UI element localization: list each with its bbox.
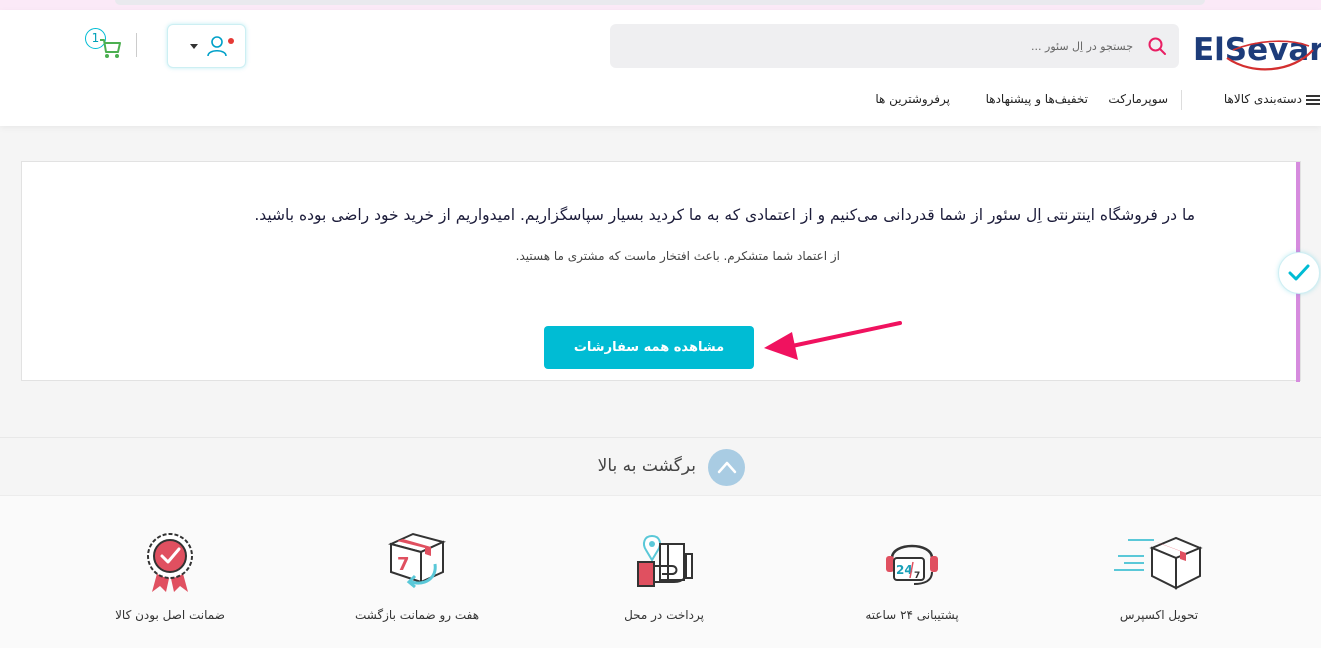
logo-swoosh-icon	[1226, 40, 1314, 71]
pointer-arrow-icon	[764, 321, 902, 360]
feature-original-guarantee: ضمانت اصل بودن کالا	[70, 496, 270, 648]
search-bar[interactable]	[610, 24, 1179, 68]
back-to-top-label: برگشت به بالا	[597, 456, 696, 476]
account-button[interactable]	[167, 24, 246, 68]
search-input[interactable]	[633, 24, 1133, 68]
svg-text:7: 7	[914, 571, 920, 581]
chevron-up-icon	[717, 461, 737, 474]
order-confirmation-card: ما در فروشگاه اینترنتی اِل سئور از شما ق…	[21, 161, 1320, 382]
feature-seven-day-return: 7 هفت رو ضمانت بازگشت	[317, 496, 517, 648]
view-all-orders-button[interactable]: مشاهده همه سفارشات	[544, 326, 754, 369]
header-divider	[136, 33, 137, 57]
top-strip-tab	[115, 0, 1205, 5]
nav-item-supermarket[interactable]: سوپرمارکت	[1108, 92, 1168, 106]
thank-you-submessage: از اعتماد شما متشکرم. باعث افتخار ماست ک…	[515, 249, 840, 263]
site-logo[interactable]: ElSevar	[1193, 32, 1321, 76]
success-badge	[1278, 252, 1320, 294]
main-nav: دسته‌بندی کالاها سوپرمارکت تخفیف‌ها و پی…	[860, 90, 1320, 110]
express-delivery-icon	[1114, 536, 1203, 590]
svg-text:7: 7	[397, 554, 410, 575]
cart-button[interactable]: 1	[82, 26, 126, 66]
user-icon	[207, 36, 227, 57]
nav-categories-label: دسته‌بندی کالاها	[1223, 92, 1302, 106]
nav-separator	[1181, 90, 1182, 110]
seven-day-return-icon: 7	[388, 532, 446, 589]
search-icon[interactable]	[1147, 36, 1167, 56]
chevron-down-icon	[190, 44, 198, 49]
thank-you-message: ما در فروشگاه اینترنتی اِل سئور از شما ق…	[254, 206, 1195, 224]
top-strip	[0, 0, 1321, 10]
notification-dot	[228, 38, 234, 44]
feature-label: پشتیبانی ۲۴ ساعته	[865, 608, 959, 622]
nav-item-bestsellers[interactable]: پرفروشترین ها	[875, 92, 950, 106]
support-24-7-icon: 24 7	[886, 544, 938, 585]
back-to-top-bar[interactable]: برگشت به بالا	[0, 437, 1321, 495]
feature-express-delivery: تحویل اکسپرس	[1059, 496, 1259, 648]
nav-item-discounts[interactable]: تخفیف‌ها و پیشنهادها	[986, 92, 1088, 106]
nav-categories[interactable]: دسته‌بندی کالاها	[1224, 92, 1320, 106]
checkmark-icon	[1288, 264, 1310, 281]
site-header: ElSevar 1 دسته‌بندی	[0, 10, 1321, 126]
cash-on-delivery-icon	[637, 534, 693, 587]
back-to-top-button[interactable]	[708, 449, 745, 486]
original-guarantee-icon	[147, 533, 193, 592]
feature-label: پرداخت در محل	[624, 608, 704, 622]
cart-icon	[100, 39, 121, 58]
menu-icon	[1306, 94, 1320, 105]
feature-label: تحویل اکسپرس	[1119, 608, 1199, 622]
feature-cash-on-delivery: پرداخت در محل	[564, 496, 764, 648]
feature-label: ضمانت اصل بودن کالا	[115, 608, 225, 622]
features-strip: تحویل اکسپرس 24 7 پشتیبانی ۲۴ ساعته پردا…	[0, 495, 1321, 648]
feature-label: هفت رو ضمانت بازگشت	[354, 608, 480, 622]
feature-support-24-7: 24 7 پشتیبانی ۲۴ ساعته	[812, 496, 1012, 648]
